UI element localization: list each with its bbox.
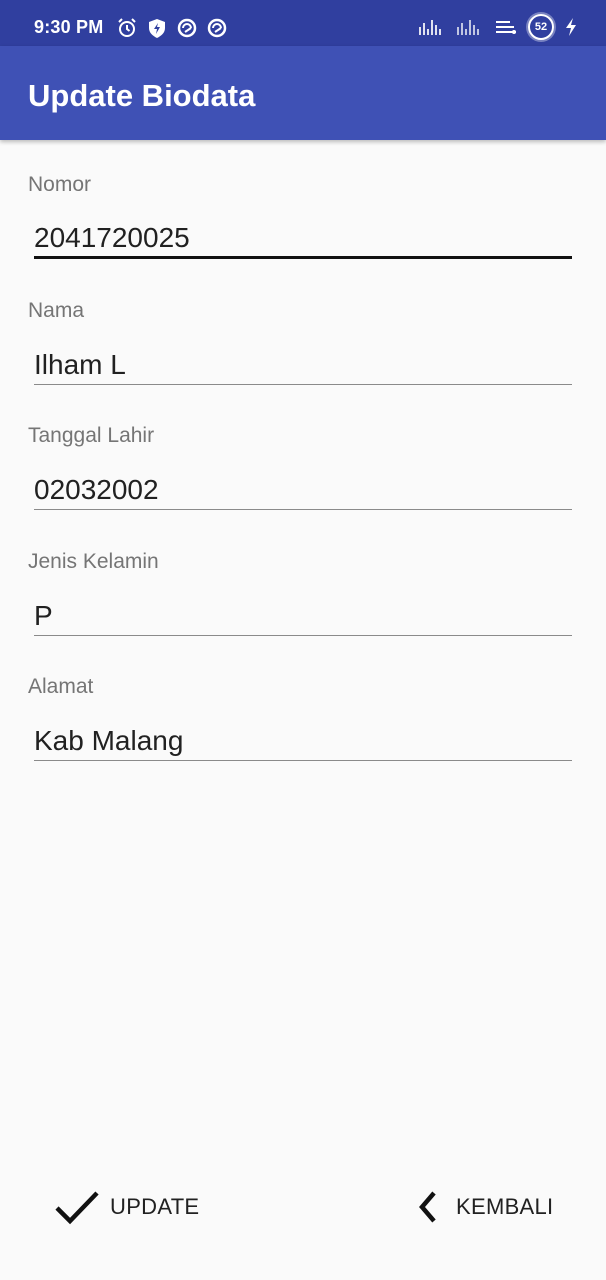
nama-label: Nama	[28, 299, 85, 322]
battery-indicator: 52	[528, 14, 554, 40]
page-title: Update Biodata	[28, 78, 256, 113]
alamat-field-group: Alamat	[28, 675, 574, 761]
alarm-icon	[118, 18, 136, 37]
sync-icon	[207, 18, 227, 38]
update-button[interactable]: UPDATE	[54, 1180, 199, 1234]
bolt-icon	[566, 18, 576, 36]
nomor-field-group: Nomor	[28, 173, 574, 259]
check-icon	[55, 1191, 99, 1225]
nomor-label: Nomor	[28, 173, 92, 196]
chevron-left-icon	[419, 1191, 436, 1223]
signal-icon	[419, 20, 441, 35]
kembali-button-label: KEMBALI	[456, 1194, 554, 1219]
shield-icon	[149, 19, 165, 38]
tanggal-lahir-field-group: Tanggal Lahir	[28, 424, 574, 510]
signal-icon	[457, 20, 479, 35]
alamat-label: Alamat	[28, 675, 94, 698]
nama-input[interactable]	[34, 345, 572, 385]
jenis-kelamin-label: Jenis Kelamin	[28, 550, 159, 573]
tanggal-lahir-label: Tanggal Lahir	[28, 424, 155, 447]
tanggal-lahir-input[interactable]	[34, 470, 572, 510]
data-icon	[496, 21, 516, 34]
kembali-button[interactable]: KEMBALI	[414, 1180, 553, 1234]
status-bar: 9:30 PM 52	[0, 0, 606, 46]
status-time: 9:30 PM	[34, 17, 104, 37]
jenis-kelamin-input[interactable]	[34, 596, 572, 636]
jenis-kelamin-field-group: Jenis Kelamin	[28, 550, 574, 636]
app-bar: Update Biodata	[0, 46, 606, 140]
nama-field-group: Nama	[28, 299, 574, 385]
sync-icon	[177, 18, 197, 38]
nomor-input[interactable]	[34, 219, 572, 259]
status-icons-left	[116, 17, 228, 39]
update-button-label: UPDATE	[110, 1194, 200, 1219]
status-icons-right: 52	[418, 14, 578, 40]
alamat-input[interactable]	[34, 721, 572, 761]
